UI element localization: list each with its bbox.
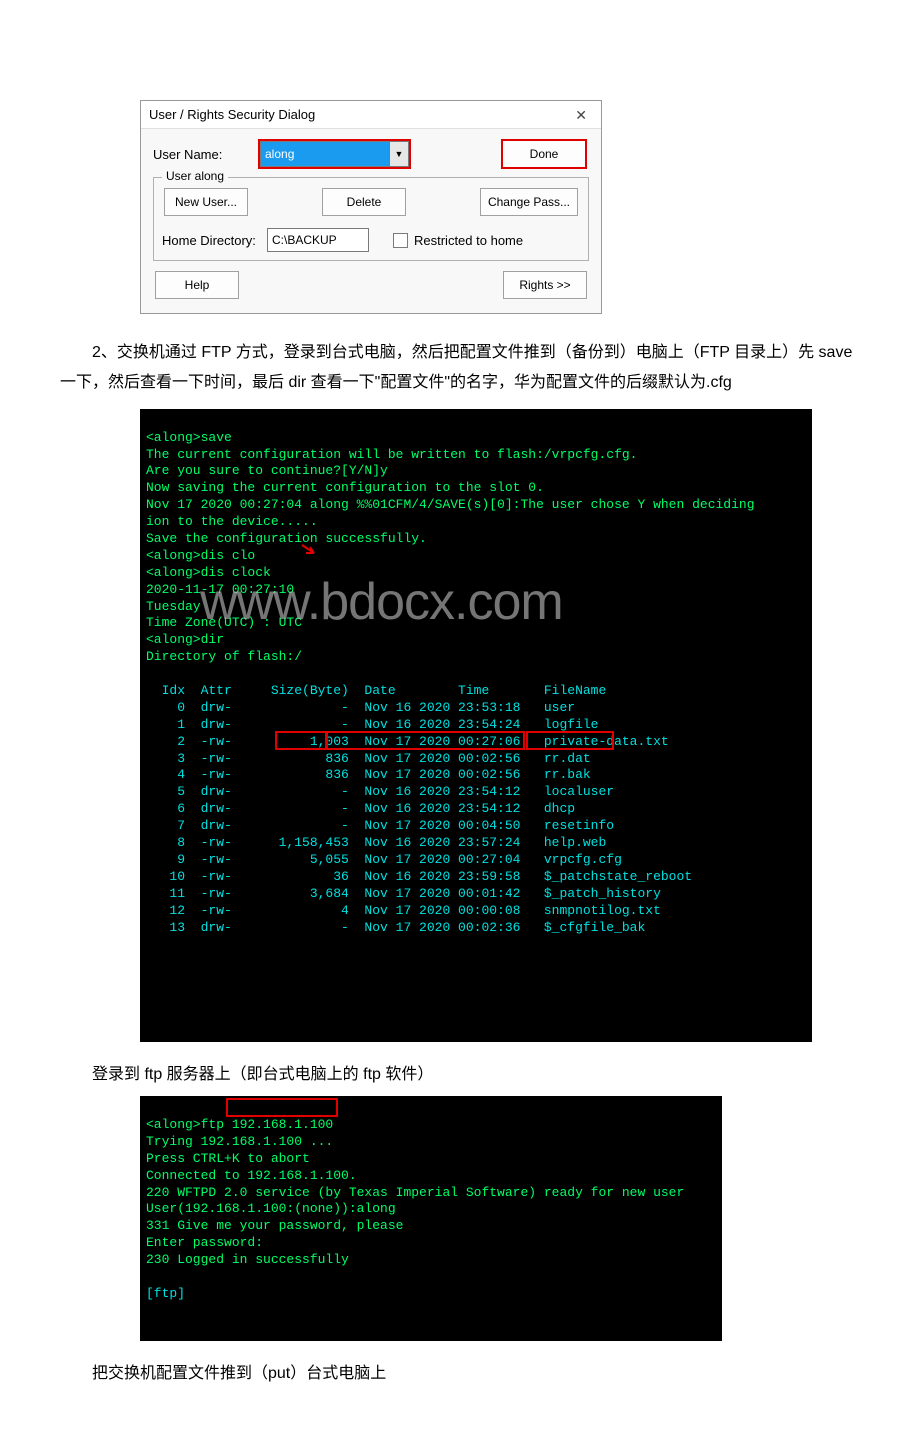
t1-row: 9 -rw- 5,055 Nov 17 2020 00:27:04 vrpcfg… (146, 852, 622, 867)
username-combo[interactable]: along ▼ (258, 139, 411, 169)
t1-line: Nov 17 2020 00:27:04 along %%01CFM/4/SAV… (146, 497, 755, 512)
homedir-input[interactable]: C:\BACKUP (267, 228, 369, 252)
terminal-1: <along>save The current configuration wi… (140, 409, 812, 1042)
t2-line: Connected to 192.168.1.100. (146, 1168, 357, 1183)
restricted-checkbox[interactable] (393, 233, 408, 248)
t1-line: ion to the device..... (146, 514, 318, 529)
t1-row: 7 drw- - Nov 17 2020 00:04:50 resetinfo (146, 818, 614, 833)
t1-line: The current configuration will be writte… (146, 447, 637, 462)
delete-button[interactable]: Delete (322, 188, 406, 216)
username-value[interactable]: along (260, 141, 390, 167)
t1-line: <along>dis clock (146, 565, 271, 580)
security-dialog: User / Rights Security Dialog ✕ User Nam… (140, 100, 602, 314)
t1-row: 0 drw- - Nov 16 2020 23:53:18 user (146, 700, 575, 715)
user-group: User along New User... Delete Change Pas… (153, 177, 589, 261)
t2-line: <along>ftp 192.168.1.100 (146, 1117, 333, 1132)
t1-line: Save the configuration successfully. (146, 531, 427, 546)
t2-line: Enter password: (146, 1235, 263, 1250)
paragraph-3: 把交换机配置文件推到（put）台式电脑上 (60, 1359, 860, 1389)
t1-row: 13 drw- - Nov 17 2020 00:02:36 $_cfgfile… (146, 920, 645, 935)
t1-line: Time Zone(UTC) : UTC (146, 615, 302, 630)
t1-line: 2020-11-17 00:27:10 (146, 582, 294, 597)
t1-row: 10 -rw- 36 Nov 16 2020 23:59:58 $_patchs… (146, 869, 692, 884)
change-pass-button[interactable]: Change Pass... (480, 188, 578, 216)
chevron-down-icon[interactable]: ▼ (390, 141, 409, 167)
dialog-title: User / Rights Security Dialog (149, 107, 315, 122)
done-button[interactable]: Done (501, 139, 587, 169)
t2-line: 220 WFTPD 2.0 service (by Texas Imperial… (146, 1185, 684, 1200)
t1-line: <along>dir (146, 632, 224, 647)
t1-row: 2 -rw- 1,003 Nov 17 2020 00:27:06 privat… (146, 734, 669, 749)
t1-line: Tuesday (146, 599, 201, 614)
group-legend: User along (162, 169, 228, 183)
t2-line: Press CTRL+K to abort (146, 1151, 310, 1166)
t1-row: 5 drw- - Nov 16 2020 23:54:12 localuser (146, 784, 614, 799)
t1-line: Are you sure to continue?[Y/N]y (146, 463, 388, 478)
restricted-label: Restricted to home (414, 233, 523, 248)
t1-line: Now saving the current configuration to … (146, 480, 544, 495)
terminal-2: <along>ftp 192.168.1.100 Trying 192.168.… (140, 1096, 722, 1340)
t2-line: Trying 192.168.1.100 ... (146, 1134, 333, 1149)
t2-prompt: [ftp] (146, 1286, 185, 1301)
redbox-ip (226, 1098, 338, 1117)
t1-row: 6 drw- - Nov 16 2020 23:54:12 dhcp (146, 801, 575, 816)
new-user-button[interactable]: New User... (164, 188, 248, 216)
paragraph-2: 登录到 ftp 服务器上（即台式电脑上的 ftp 软件） (60, 1060, 860, 1090)
paragraph-1: 2、交换机通过 FTP 方式，登录到台式电脑，然后把配置文件推到（备份到）电脑上… (60, 338, 860, 399)
t1-line: Directory of flash:/ (146, 649, 302, 664)
rights-button[interactable]: Rights >> (503, 271, 587, 299)
t1-line: <along>dis clo (146, 548, 255, 563)
t1-row: 11 -rw- 3,684 Nov 17 2020 00:01:42 $_pat… (146, 886, 661, 901)
t1-row: 8 -rw- 1,158,453 Nov 16 2020 23:57:24 he… (146, 835, 606, 850)
homedir-label: Home Directory: (162, 233, 267, 248)
t1-header: Idx Attr Size(Byte) Date Time FileName (146, 683, 606, 698)
t1-row: 12 -rw- 4 Nov 17 2020 00:00:08 snmpnotil… (146, 903, 661, 918)
t1-row: 1 drw- - Nov 16 2020 23:54:24 logfile (146, 717, 598, 732)
t1-row: 3 -rw- 836 Nov 17 2020 00:02:56 rr.dat (146, 751, 591, 766)
close-icon[interactable]: ✕ (571, 108, 591, 122)
t2-line: User(192.168.1.100:(none)):along (146, 1201, 396, 1216)
dialog-titlebar: User / Rights Security Dialog ✕ (141, 101, 601, 129)
t1-row: 4 -rw- 836 Nov 17 2020 00:02:56 rr.bak (146, 767, 591, 782)
username-label: User Name: (153, 147, 258, 162)
t1-line: <along>save (146, 430, 232, 445)
t2-line: 331 Give me your password, please (146, 1218, 403, 1233)
t2-line: 230 Logged in successfully (146, 1252, 349, 1267)
help-button[interactable]: Help (155, 271, 239, 299)
